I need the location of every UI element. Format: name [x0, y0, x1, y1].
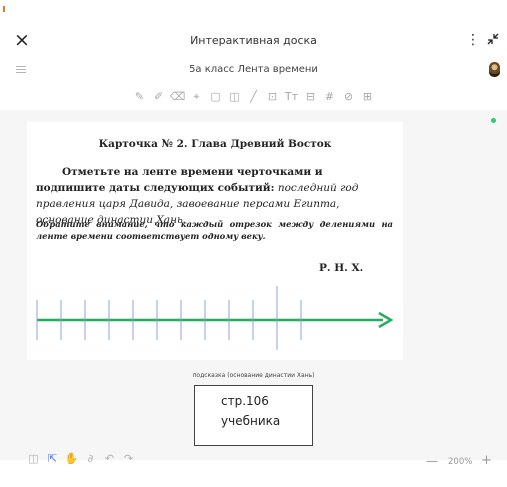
attachment-icon[interactable]: ⊘ [339, 90, 358, 103]
zoom-level: 200% [448, 457, 473, 467]
title-bar: × Интерактивная доска ⋮ [0, 26, 507, 58]
image-icon[interactable]: ⊡ [263, 90, 282, 103]
window-title: Интерактивная доска [190, 34, 317, 47]
collapse-icon[interactable] [486, 32, 500, 46]
worksheet-card[interactable]: Карточка № 2. Глава Древний Восток Отмет… [27, 122, 403, 360]
pen-icon[interactable]: ✎ [130, 90, 149, 103]
text-icon[interactable]: Tт [282, 90, 301, 103]
more-options-icon[interactable]: ⋮ [466, 32, 480, 48]
zoom-out-button[interactable]: — [426, 454, 438, 468]
sticky-note-icon[interactable]: ◫ [225, 90, 244, 103]
redo-icon[interactable]: ↷ [119, 452, 138, 465]
timeline [36, 286, 394, 350]
hint-label: подсказка (основание династии Хань) [192, 372, 315, 379]
hint-page: стр.106 [221, 394, 269, 408]
marker-icon[interactable]: ✐ [149, 90, 168, 103]
laser-icon[interactable]: ∂ [81, 452, 100, 465]
era-label: Р. Н. Х. [319, 262, 364, 274]
hint-book: учебника [221, 414, 281, 428]
card-title: Карточка № 2. Глава Древний Восток [98, 138, 332, 150]
avatar[interactable] [489, 62, 500, 77]
frame-icon[interactable]: ⊟ [301, 90, 320, 103]
status-indicator [491, 118, 496, 123]
drawing-toolbar: ✎ ✐ ⌫ ⌖ ▢ ◫ ╱ ⊡ Tт ⊟ # ⊘ ⊞ [0, 90, 507, 106]
select-cursor-icon[interactable]: ⇱ [43, 452, 62, 465]
zoom-in-button[interactable]: + [481, 453, 492, 468]
shape-icon[interactable]: ▢ [206, 90, 225, 103]
bottom-toolbar: ◫ ⇱ ✋ ∂ ↶ ↷ [24, 452, 138, 474]
lasso-icon[interactable]: ⌖ [187, 90, 206, 104]
undo-icon[interactable]: ↶ [100, 452, 119, 465]
zoom-control: — 200% + [426, 453, 496, 473]
grid-icon[interactable]: # [320, 90, 339, 103]
board-header: 5а класс Лента времени [0, 60, 507, 82]
panel-icon[interactable]: ◫ [24, 452, 43, 465]
card-note: Обратите внимание, что каждый отрезок ме… [36, 219, 393, 241]
line-icon[interactable]: ╱ [244, 90, 263, 103]
eraser-icon[interactable]: ⌫ [168, 90, 187, 103]
table-icon[interactable]: ⊞ [358, 90, 377, 103]
hint-box[interactable]: стр.106 учебника [194, 385, 313, 446]
window-corner-mark [3, 6, 5, 12]
board-name: 5а класс Лента времени [189, 64, 318, 75]
hand-icon[interactable]: ✋ [62, 452, 81, 465]
